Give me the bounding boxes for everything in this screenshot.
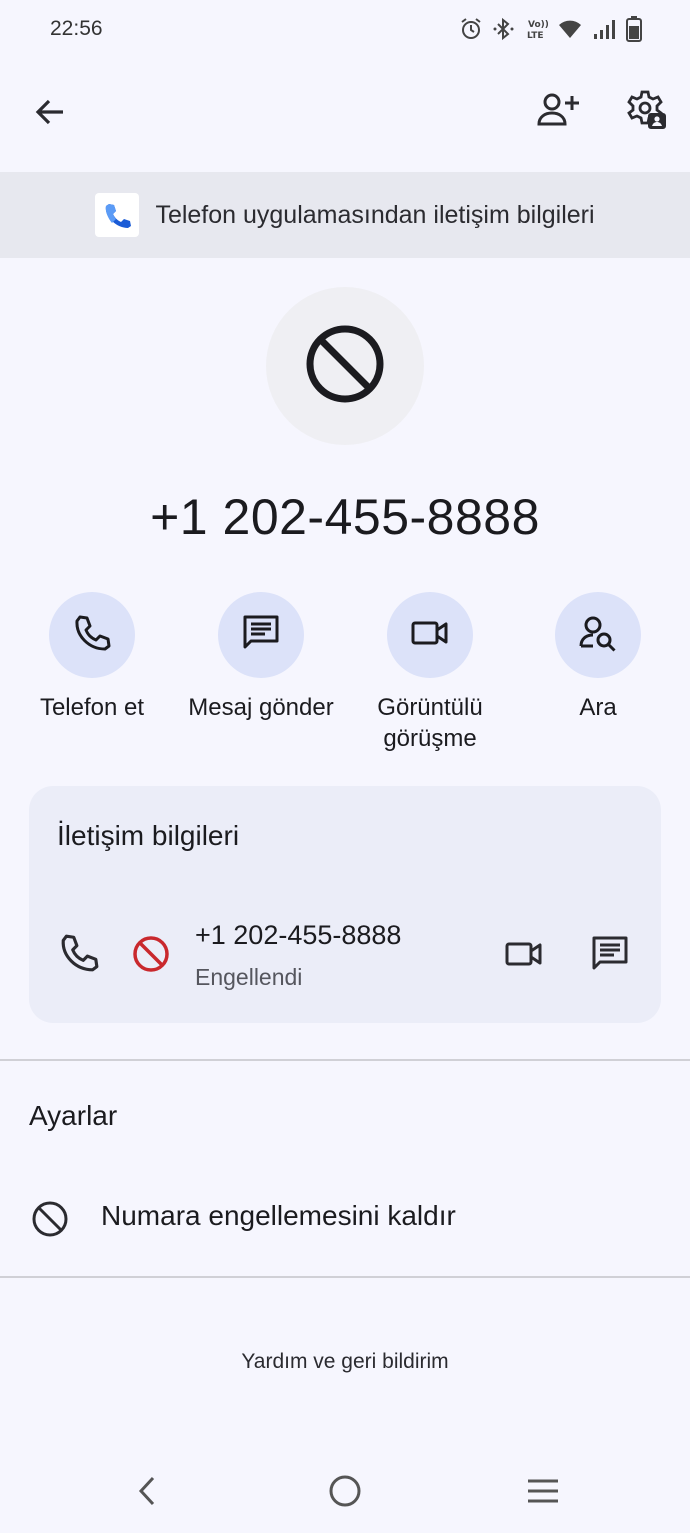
contact-number-title: +1 202-455-8888 (150, 489, 540, 545)
svg-text:LTE: LTE (527, 31, 544, 41)
settings-title: Ayarlar (29, 1100, 118, 1131)
message-action[interactable]: Mesaj gönder (171, 592, 351, 723)
alarm-icon (460, 17, 482, 41)
search-action[interactable]: Ara (508, 592, 688, 723)
search-action-label: Ara (579, 694, 617, 721)
svg-text:Vo)): Vo)) (528, 20, 548, 30)
unblock-number-row[interactable]: Numara engellemesini kaldır (0, 1180, 690, 1256)
banner-text: Telefon uygulamasından iletişim bilgiler… (155, 200, 595, 229)
unblock-icon (31, 1200, 69, 1243)
signal-icon (592, 18, 616, 40)
avatar (266, 287, 424, 445)
back-button[interactable] (22, 86, 78, 142)
video-call-action-label: Görüntülü görüşme (377, 694, 483, 752)
contact-info-number: +1 202-455-8888 (195, 920, 402, 950)
nav-recents-button[interactable] (513, 1465, 573, 1521)
add-contact-icon (536, 90, 580, 135)
message-action-label: Mesaj gönder (188, 694, 334, 721)
bluetooth-icon (492, 17, 516, 41)
phone-app-icon (95, 193, 140, 237)
contact-info-title: İletişim bilgileri (57, 820, 240, 851)
blocked-status-label: Engellendi (195, 964, 303, 990)
chevron-left-icon (135, 1474, 159, 1513)
volte-icon: Vo)) LTE (526, 17, 548, 41)
home-circle-icon (327, 1473, 363, 1514)
quick-actions: Telefon et Mesaj gönder Görüntülü görüşm… (0, 592, 690, 762)
search-person-icon (578, 613, 618, 658)
unblock-number-label: Numara engellemesini kaldır (101, 1200, 456, 1231)
status-bar: 22:56 Vo)) LTE (0, 0, 690, 58)
add-contact-button[interactable] (530, 84, 586, 140)
video-call-action[interactable]: Görüntülü görüşme (340, 592, 520, 754)
help-feedback-link[interactable]: Yardım ve geri bildirim (0, 1350, 690, 1374)
video-icon[interactable] (503, 934, 545, 979)
contact-settings-icon (624, 89, 668, 136)
divider (0, 1059, 690, 1061)
message-icon (241, 613, 281, 658)
phone-icon (72, 613, 112, 658)
contact-info-row[interactable]: +1 202-455-8888 Engellendi (29, 908, 661, 998)
contact-settings-button[interactable] (618, 84, 674, 140)
blocked-status-icon (131, 934, 171, 979)
back-arrow-icon (33, 95, 67, 134)
wifi-icon (558, 18, 582, 40)
phone-icon[interactable] (58, 932, 100, 979)
divider (0, 1276, 690, 1278)
call-action[interactable]: Telefon et (2, 592, 182, 723)
blocked-icon (304, 323, 386, 410)
video-icon (410, 613, 450, 658)
call-action-label: Telefon et (39, 694, 145, 721)
message-icon[interactable] (589, 934, 631, 979)
nav-home-button[interactable] (315, 1465, 375, 1521)
system-nav-bar (0, 1453, 690, 1533)
menu-lines-icon (526, 1477, 560, 1510)
nav-back-button[interactable] (117, 1465, 177, 1521)
contact-info-card: İletişim bilgileri +1 202-455-8888 Engel… (29, 786, 661, 1023)
top-app-bar (0, 80, 690, 150)
source-banner: Telefon uygulamasından iletişim bilgiler… (0, 172, 690, 258)
status-time: 22:56 (50, 17, 103, 40)
battery-icon (626, 16, 642, 42)
